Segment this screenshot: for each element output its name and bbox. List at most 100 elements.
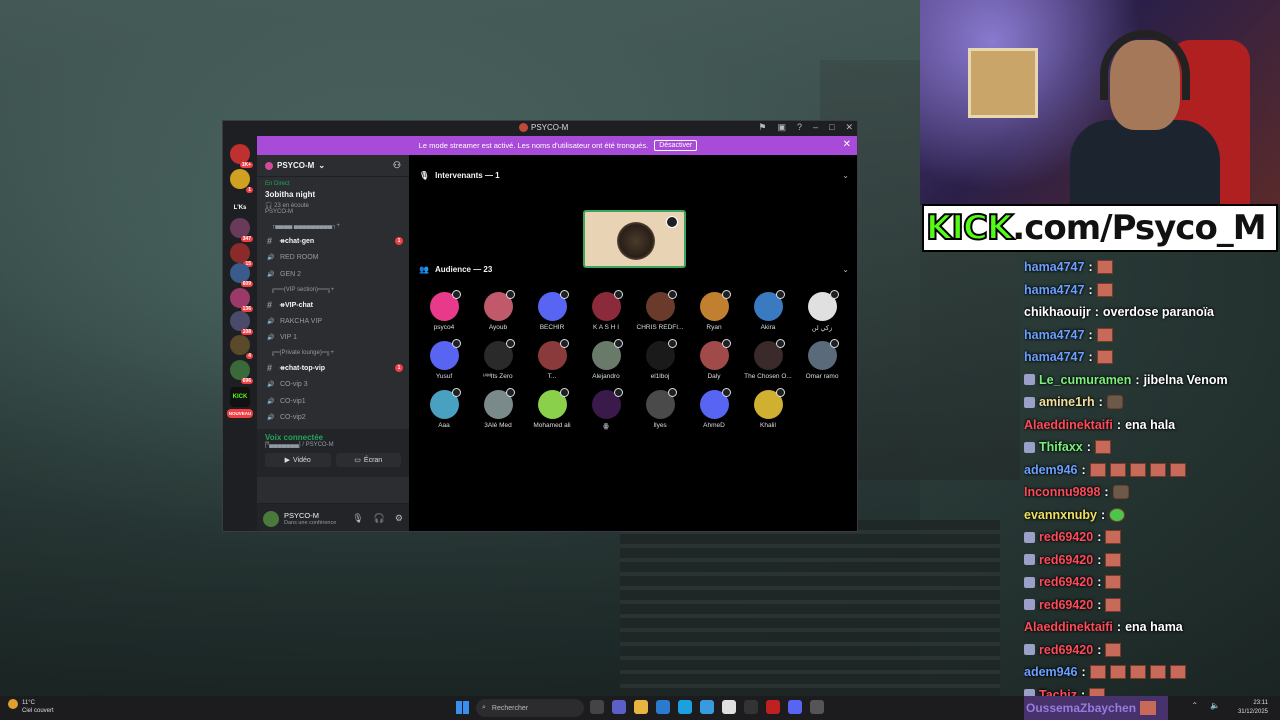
- emote-icon: [1169, 665, 1186, 680]
- speaker-tile[interactable]: [583, 210, 686, 268]
- server-icon[interactable]: 136: [230, 288, 253, 312]
- server-icon[interactable]: 4: [230, 335, 253, 359]
- speakers-section-header[interactable]: 🎙 Intervenants — 1: [419, 171, 500, 180]
- server-icon[interactable]: KICK: [230, 387, 250, 407]
- avatar: [591, 290, 623, 321]
- screen-share-icon[interactable]: ▣: [777, 122, 786, 133]
- audience-member[interactable]: el1lboj: [633, 339, 687, 380]
- add-channel-icon[interactable]: +: [330, 350, 334, 356]
- minimize-button[interactable]: –: [813, 122, 818, 133]
- task-view-icon[interactable]: [590, 700, 604, 714]
- windows-start-icon[interactable]: [456, 701, 469, 714]
- screen-share-button[interactable]: ▭ Écran: [335, 453, 401, 467]
- video-button[interactable]: ▶ Vidéo: [265, 453, 331, 467]
- user-name: PSYCO-M: [284, 511, 320, 520]
- chevron-down-icon[interactable]: ⌄: [842, 171, 849, 180]
- audience-member[interactable]: Ilyes: [633, 388, 687, 429]
- server-header[interactable]: PSYCO-M ⌄ ⚇: [257, 155, 409, 177]
- server-icon[interactable]: 1K+: [230, 144, 253, 168]
- channel-voice[interactable]: 🔊 CO-vip 3: [257, 377, 409, 394]
- disable-streamer-mode-button[interactable]: Désactiver: [654, 140, 698, 151]
- audience-member[interactable]: ᴵᴬᴹIts Zero: [471, 339, 525, 380]
- app-icon[interactable]: [810, 700, 824, 714]
- file-explorer-icon[interactable]: [634, 700, 648, 714]
- add-channel-icon[interactable]: +: [331, 287, 335, 293]
- add-member-icon[interactable]: ⚇: [393, 160, 401, 171]
- inbox-icon[interactable]: ⚑: [758, 122, 766, 133]
- chat-separator: :: [1088, 282, 1093, 297]
- server-icon[interactable]: 696: [230, 360, 253, 384]
- close-banner-icon[interactable]: ✕: [843, 139, 851, 150]
- taskbar-clock[interactable]: 23:11 31/12/2025: [1238, 699, 1268, 717]
- server-icon[interactable]: L'Ks: [230, 198, 250, 218]
- headphones-icon[interactable]: 🎧: [374, 513, 385, 524]
- audience-member[interactable]: 3Alé Med: [471, 388, 525, 429]
- channel-category[interactable]: ╔═(Private lounge)═╗ +: [257, 346, 409, 360]
- add-channel-icon[interactable]: +: [336, 223, 340, 229]
- channel-voice[interactable]: 🔊 RAKCHA VIP: [257, 313, 409, 330]
- channel-category[interactable]: ╔══(VIP section)══╗ +: [257, 283, 409, 297]
- server-icon[interactable]: 609: [230, 263, 253, 287]
- channel-text[interactable]: # ᚑVIP-chat: [257, 297, 409, 314]
- chat-separator: :: [1098, 395, 1103, 410]
- chat-separator: :: [1086, 440, 1091, 455]
- chrome-icon[interactable]: [722, 700, 736, 714]
- obs-icon[interactable]: [744, 700, 758, 714]
- chevron-up-icon[interactable]: ⌃: [1191, 701, 1198, 710]
- channel-text[interactable]: # ᚑchat-top-vip 1: [257, 360, 409, 377]
- audience-member[interactable]: Khalil: [741, 388, 795, 429]
- channel-voice[interactable]: 🔊 GEN 2: [257, 266, 409, 283]
- discord-icon[interactable]: [788, 700, 802, 714]
- audience-member[interactable]: Daly: [687, 339, 741, 380]
- audience-member[interactable]: Yusuf: [417, 339, 471, 380]
- maximize-button[interactable]: □: [829, 122, 834, 133]
- channel-category[interactable]: ┌▄▄▄▄ ▄▄▄▄▄▄▄▄▄┐ +: [257, 219, 409, 233]
- server-icon[interactable]: NOUVEAU: [227, 409, 253, 418]
- help-icon[interactable]: ?: [797, 122, 802, 133]
- channel-voice[interactable]: 🔊 CO-vip1: [257, 393, 409, 410]
- audience-member[interactable]: CHRIS REDFI...: [633, 290, 687, 331]
- microphone-icon: 🎙: [419, 171, 430, 180]
- audience-member[interactable]: Aaa: [417, 388, 471, 429]
- audience-member[interactable]: T...: [525, 339, 579, 380]
- teams-icon[interactable]: [612, 700, 626, 714]
- weather-widget[interactable]: 11°C Ciel couvert: [8, 699, 54, 715]
- audience-member[interactable]: BECHIR: [525, 290, 579, 331]
- server-icon[interactable]: 15: [230, 243, 253, 267]
- mail-icon[interactable]: [700, 700, 714, 714]
- chevron-down-icon[interactable]: ⌄: [842, 265, 849, 274]
- server-icon[interactable]: 108: [230, 311, 253, 335]
- audience-member[interactable]: Ayoub: [471, 290, 525, 331]
- audience-member[interactable]: psyco4: [417, 290, 471, 331]
- member-name: زكي لن: [811, 325, 833, 332]
- edge-icon[interactable]: [678, 700, 692, 714]
- audience-member[interactable]: The Chosen O...: [741, 339, 795, 380]
- server-icon[interactable]: 1: [230, 169, 253, 193]
- audience-member[interactable]: AhmeD: [687, 388, 741, 429]
- taskbar-search[interactable]: ⌕ Rechercher: [476, 699, 584, 717]
- audience-member[interactable]: Ryan: [687, 290, 741, 331]
- audience-member[interactable]: ꙮ: [579, 388, 633, 430]
- store-icon[interactable]: [656, 700, 670, 714]
- avatar[interactable]: [263, 510, 279, 527]
- audience-member[interactable]: زكي لن: [795, 290, 849, 332]
- audience-member[interactable]: Mohamed ali: [525, 388, 579, 429]
- audience-member[interactable]: K A S H I: [579, 290, 633, 331]
- live-event-card[interactable]: En Direct 3obitha night 🎧 23 en écoute P…: [257, 177, 409, 219]
- gear-icon[interactable]: ⚙: [395, 513, 403, 524]
- audience-member[interactable]: Akira: [741, 290, 795, 331]
- server-icon[interactable]: 347: [230, 218, 253, 242]
- channel-voice[interactable]: 🔊 VIP 1: [257, 330, 409, 347]
- server-name: PSYCO-M: [277, 161, 315, 170]
- audience-member[interactable]: Alejandro: [579, 339, 633, 380]
- close-window-button[interactable]: ✕: [845, 122, 853, 133]
- channel-voice[interactable]: 🔊 RED ROOM: [257, 250, 409, 267]
- audience-member[interactable]: Omar ramo: [795, 339, 849, 380]
- app-icon[interactable]: [766, 700, 780, 714]
- channel-text[interactable]: # ᚑchat-gen 1: [257, 233, 409, 250]
- volume-icon[interactable]: 🔈: [1210, 701, 1220, 710]
- audience-section-header[interactable]: 👥 Audience — 23: [419, 265, 492, 274]
- microphone-icon[interactable]: 🎙: [352, 513, 363, 524]
- chat-message: Alaeddinektaifi: ena hama: [1024, 616, 1280, 639]
- channel-voice[interactable]: 🔊 CO-vip2: [257, 410, 409, 427]
